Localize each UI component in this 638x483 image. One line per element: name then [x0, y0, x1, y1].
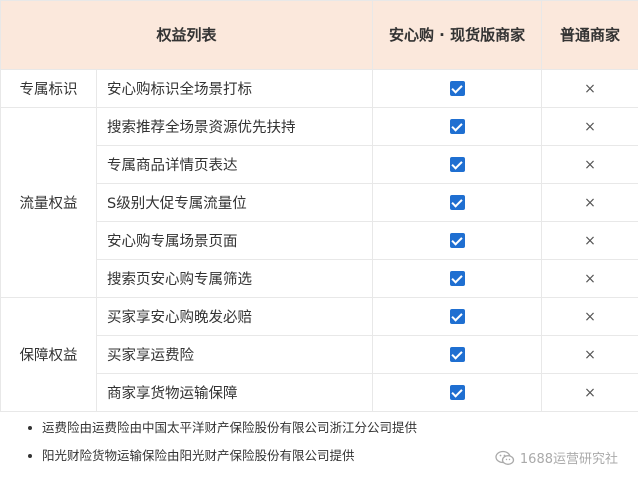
right-item-label: 安心购专属场景页面 — [95, 221, 374, 260]
normal-availability-cell: × — [541, 335, 638, 374]
anxin-availability-cell — [372, 373, 543, 412]
header-anxin-merchant: 安心购 · 现货版商家 — [372, 0, 543, 70]
check-icon — [449, 347, 465, 362]
right-item-label: S级别大促专属流量位 — [95, 183, 374, 222]
check-icon — [449, 271, 465, 286]
normal-availability-cell: × — [541, 259, 638, 298]
table-row: 专属标识 安心购标识全场景打标 × — [0, 69, 638, 108]
cross-icon: × — [584, 194, 596, 211]
normal-availability-cell: × — [541, 221, 638, 260]
cross-icon: × — [584, 308, 596, 325]
table-row: S级别大促专属流量位 × — [1, 183, 638, 222]
anxin-availability-cell — [372, 107, 543, 146]
table-header-row: 权益列表 安心购 · 现货版商家 普通商家 — [0, 0, 638, 70]
cross-icon: × — [584, 346, 596, 363]
anxin-availability-cell — [372, 183, 543, 222]
check-icon — [449, 195, 465, 210]
check-icon — [449, 119, 465, 134]
anxin-availability-cell — [372, 297, 543, 336]
table-row: 买家享运费险 × — [1, 335, 638, 374]
cross-icon: × — [584, 270, 596, 287]
cross-icon: × — [584, 384, 596, 401]
watermark: 1688运营研究社 — [495, 448, 618, 467]
check-icon — [449, 157, 465, 172]
cross-icon: × — [584, 118, 596, 135]
table-row: 流量权益 搜索推荐全场景资源优先扶持 × — [0, 107, 638, 298]
check-icon — [449, 233, 465, 248]
category-cell: 专属标识 — [0, 69, 97, 108]
cross-icon: × — [584, 232, 596, 249]
rights-table: 权益列表 安心购 · 现货版商家 普通商家 专属标识 安心购标识全场景打标 × 流量权… — [0, 0, 638, 412]
table-row: 商家享货物运输保障 × — [1, 373, 638, 412]
check-icon — [449, 385, 465, 400]
right-item-label: 买家享运费险 — [95, 335, 374, 374]
right-item-label: 买家享安心购晚发必赔 — [95, 297, 374, 336]
header-rights-list: 权益列表 — [0, 0, 374, 70]
table-row: 专属商品详情页表达 × — [1, 145, 638, 184]
normal-availability-cell: × — [541, 183, 638, 222]
normal-availability-cell: × — [541, 297, 638, 336]
anxin-availability-cell — [372, 335, 543, 374]
right-item-label: 商家享货物运输保障 — [95, 373, 374, 412]
right-item-label: 安心购标识全场景打标 — [95, 69, 374, 108]
right-item-label: 搜索页安心购专属筛选 — [95, 259, 374, 298]
anxin-availability-cell — [372, 259, 543, 298]
anxin-availability-cell — [372, 221, 543, 260]
rights-table-body: 专属标识 安心购标识全场景打标 × 流量权益 搜索推荐全场景资源优先扶持 × 专属商品详情页… — [0, 69, 638, 412]
anxin-availability-cell — [372, 145, 543, 184]
check-icon — [449, 309, 465, 324]
table-row: 搜索页安心购专属筛选 × — [1, 259, 638, 298]
watermark-text: 1688运营研究社 — [519, 452, 618, 467]
normal-availability-cell: × — [541, 107, 638, 146]
anxin-availability-cell — [372, 69, 543, 108]
table-row: 安心购专属场景页面 × — [1, 221, 638, 260]
normal-availability-cell: × — [541, 145, 638, 184]
right-item-label: 搜索推荐全场景资源优先扶持 — [95, 107, 374, 146]
header-normal-merchant: 普通商家 — [541, 0, 638, 70]
footnote-item: 运费险由运费险由中国太平洋财产保险股份有限公司浙江分公司提供 — [0, 414, 638, 442]
category-cell: 保障权益 — [0, 297, 97, 412]
wechat-icon — [495, 450, 515, 465]
right-item-label: 专属商品详情页表达 — [95, 145, 374, 184]
normal-availability-cell: × — [541, 373, 638, 412]
check-icon — [449, 81, 465, 96]
page: 权益列表 安心购 · 现货版商家 普通商家 专属标识 安心购标识全场景打标 × 流量权… — [0, 0, 638, 483]
table-row: 保障权益 买家享安心购晚发必赔 × — [0, 297, 638, 412]
normal-availability-cell: × — [541, 69, 638, 108]
category-cell: 流量权益 — [0, 107, 97, 298]
cross-icon: × — [584, 156, 596, 173]
cross-icon: × — [584, 80, 596, 97]
